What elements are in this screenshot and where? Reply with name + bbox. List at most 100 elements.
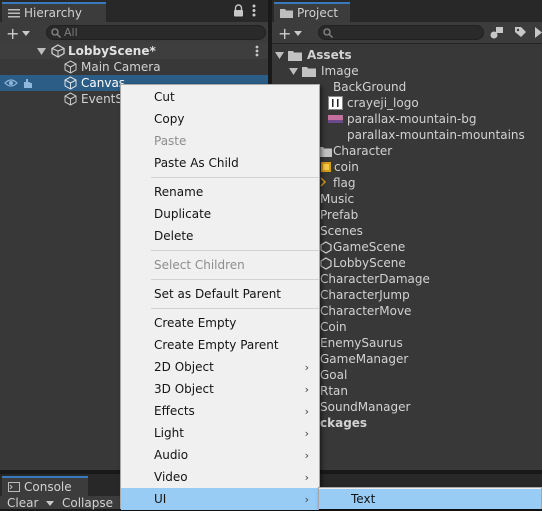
lock-icon[interactable] [233, 4, 244, 17]
create-asset-button[interactable]: + [278, 24, 303, 43]
project-row-flag[interactable]: flag [320, 175, 356, 191]
dropdown-arrow-icon [294, 31, 303, 36]
project-row-goal[interactable]: Goal [320, 367, 347, 383]
menu-label: 3D Object [154, 382, 214, 396]
project-row-background[interactable]: BackGround [333, 79, 406, 95]
project-row-gamemanager[interactable]: GameManager [320, 351, 408, 367]
unity-scene-icon [51, 44, 65, 58]
asset-label: GameScene [333, 240, 406, 254]
hierarchy-item-main-camera[interactable]: Main Camera [0, 59, 268, 75]
visibility-eye-icon[interactable] [4, 78, 18, 88]
tab-label: Hierarchy [24, 6, 83, 20]
plus-icon: + [6, 24, 20, 43]
project-row-music[interactable]: Music [320, 191, 354, 207]
menu-item-create-empty[interactable]: Create Empty [121, 312, 319, 334]
menu-label: UI [154, 492, 167, 506]
menu-item-paste-as-child[interactable]: Paste As Child [121, 152, 319, 174]
search-icon [323, 27, 333, 38]
submenu-item-text[interactable]: Text [319, 489, 541, 509]
menu-item-cut[interactable]: Cut [121, 86, 319, 108]
submenu-arrow-icon: › [304, 470, 309, 484]
project-row-soundmanager[interactable]: SoundManager [320, 399, 410, 415]
menu-item-3d-object[interactable]: 3D Object › [121, 378, 319, 400]
more-menu-icon[interactable] [252, 4, 256, 17]
unity-scene-icon [320, 240, 332, 254]
project-row-characterjump[interactable]: CharacterJump [320, 287, 410, 303]
project-row-coin[interactable]: coin [320, 159, 359, 175]
hierarchy-search-input[interactable]: All [46, 25, 266, 40]
project-search-input[interactable] [318, 25, 484, 40]
menu-item-light[interactable]: Light › [121, 422, 319, 444]
folder-icon [280, 8, 293, 18]
tab-hierarchy[interactable]: Hierarchy [2, 2, 106, 22]
project-row-image[interactable]: Image [272, 63, 359, 79]
asset-label: crayeji_logo [347, 96, 419, 110]
search-placeholder: All [64, 26, 78, 39]
project-row-gamescene[interactable]: GameScene [320, 239, 405, 255]
project-row-character[interactable]: Character [318, 143, 392, 159]
dropdown-arrow-icon[interactable] [46, 501, 54, 506]
create-button[interactable]: + [6, 24, 31, 43]
project-row-assets[interactable]: Assets [272, 47, 352, 63]
project-row-scenes[interactable]: Scenes [320, 223, 363, 239]
gameobject-cube-icon [64, 60, 77, 74]
expand-arrow-icon[interactable] [275, 51, 284, 59]
tab-project[interactable]: Project [274, 2, 350, 22]
item-label: Main Camera [81, 60, 161, 74]
project-row-enemysaurus[interactable]: EnemySaurus [320, 335, 403, 351]
menu-label: Copy [154, 112, 185, 126]
menu-item-audio[interactable]: Audio › [121, 444, 319, 466]
project-tabbar: Project [272, 0, 542, 22]
expand-arrow-icon[interactable] [37, 48, 46, 55]
menu-item-effects[interactable]: Effects › [121, 400, 319, 422]
favorite-star-icon[interactable] [535, 26, 542, 39]
folder-label: Music [320, 192, 355, 206]
console-icon [8, 482, 20, 492]
project-row-crayeji-logo[interactable]: crayeji_logo [328, 95, 419, 111]
asset-label: CharacterMove [320, 304, 412, 318]
menu-label: Duplicate [154, 207, 212, 221]
menu-item-2d-object[interactable]: 2D Object › [121, 356, 319, 378]
menu-item-video[interactable]: Video › [121, 466, 319, 488]
menu-label: Create Empty Parent [154, 338, 279, 352]
menu-item-copy[interactable]: Copy [121, 108, 319, 130]
asset-label: flag [333, 176, 356, 190]
expand-arrow-icon[interactable] [289, 67, 298, 75]
scene-menu-icon[interactable] [255, 45, 259, 57]
asset-label: EnemySaurus [320, 336, 403, 350]
menu-item-duplicate[interactable]: Duplicate [121, 203, 319, 225]
scene-row[interactable]: LobbyScene* [0, 43, 268, 59]
tab-label: Console [24, 480, 72, 494]
tab-console[interactable]: Console [2, 476, 88, 496]
project-row-charactermove[interactable]: CharacterMove [320, 303, 411, 319]
project-row-prefab[interactable]: Prefab [320, 207, 358, 223]
project-row-rtan[interactable]: Rtan [320, 383, 348, 399]
menu-label: Paste [154, 134, 187, 148]
project-row-packages[interactable]: ckages [320, 415, 367, 431]
menu-item-delete[interactable]: Delete [121, 225, 319, 247]
sprite-thumbnail-icon [328, 96, 343, 110]
folder-label: Scenes [320, 224, 363, 238]
filter-by-type-icon[interactable] [490, 26, 504, 39]
plus-icon: + [278, 24, 292, 43]
menu-label: Select Children [154, 258, 245, 272]
project-row-parallax-mountains[interactable]: parallax-mountain-mountains [347, 127, 525, 143]
menu-item-rename[interactable]: Rename [121, 181, 319, 203]
menu-item-set-default-parent[interactable]: Set as Default Parent [121, 283, 319, 305]
asset-label: Rtan [320, 384, 349, 398]
context-menu: Cut Copy Paste Paste As Child Rename Dup… [120, 84, 320, 510]
menu-item-select-children: Select Children [121, 254, 319, 276]
menu-label: Cut [154, 90, 175, 104]
submenu-arrow-icon: › [304, 382, 309, 396]
list-icon [8, 8, 20, 18]
project-row-lobbyscene[interactable]: LobbyScene [320, 255, 406, 271]
menu-item-ui[interactable]: UI › [121, 488, 319, 510]
menu-label: Create Empty [154, 316, 237, 330]
project-row-characterdamage[interactable]: CharacterDamage [320, 271, 430, 287]
pick-hand-icon[interactable] [21, 77, 33, 89]
filter-by-label-icon[interactable] [514, 26, 527, 39]
project-row-coin-script[interactable]: Coin [320, 319, 347, 335]
hierarchy-tabbar: Hierarchy [0, 0, 268, 22]
project-row-parallax-bg[interactable]: parallax-mountain-bg [328, 111, 477, 127]
menu-item-create-empty-parent[interactable]: Create Empty Parent [121, 334, 319, 356]
